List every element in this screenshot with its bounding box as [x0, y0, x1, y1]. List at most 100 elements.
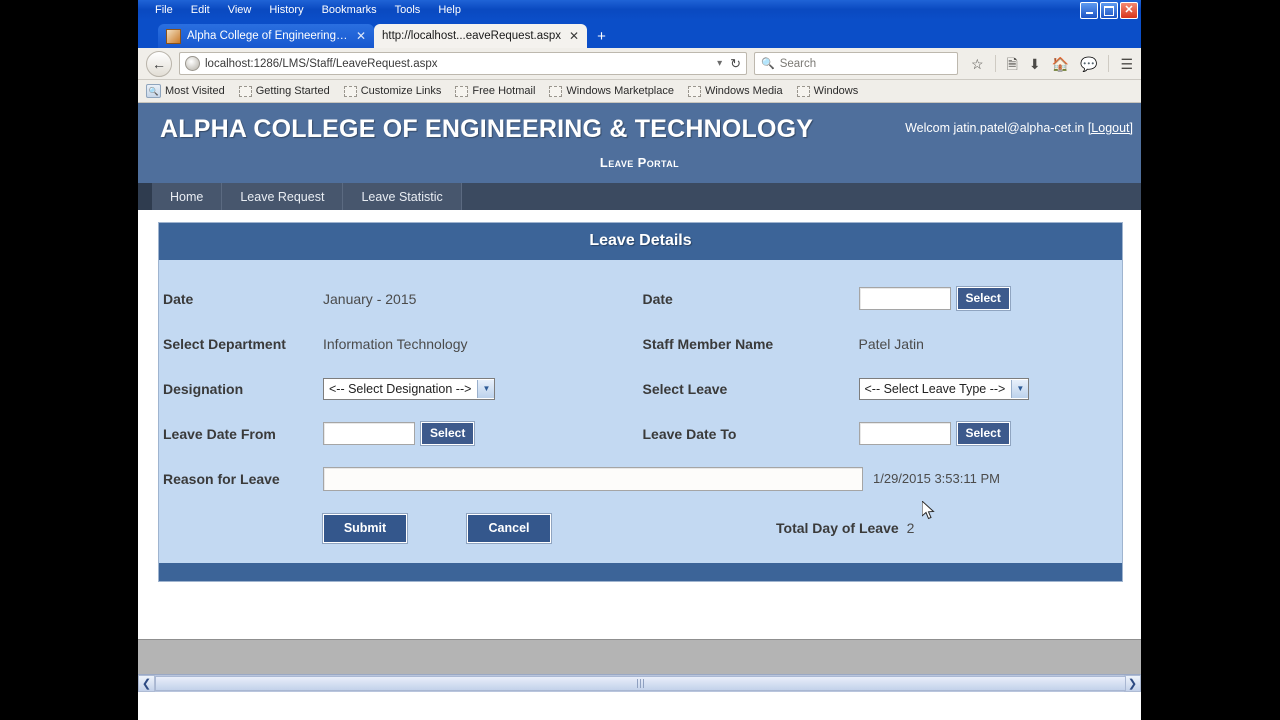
- date-left-label: Date: [163, 290, 194, 307]
- search-icon: 🔍: [761, 58, 775, 70]
- horizontal-scrollbar[interactable]: ❮ ❯: [138, 674, 1141, 692]
- bookmark-label: Free Hotmail: [472, 85, 536, 97]
- url-bar[interactable]: localhost:1286/LMS/Staff/LeaveRequest.as…: [179, 52, 747, 75]
- bookmark-label: Customize Links: [360, 85, 442, 97]
- tab-close-icon[interactable]: ✕: [356, 29, 366, 43]
- form-row-date: Date January - 2015 Date Select: [159, 276, 1122, 321]
- date-select-button[interactable]: Select: [956, 287, 1010, 310]
- date-input[interactable]: [858, 287, 951, 310]
- scroll-right-arrow-icon[interactable]: ❯: [1124, 675, 1141, 692]
- bookmark-windows-marketplace[interactable]: Windows Marketplace: [549, 85, 674, 97]
- minimize-button[interactable]: [1080, 2, 1098, 19]
- dropmarker-icon[interactable]: ▾: [717, 58, 722, 69]
- folder-icon: [796, 85, 810, 97]
- leave-from-label: Leave Date From: [163, 425, 276, 442]
- form-row-actions: Submit Cancel Total Day of Leave 2: [159, 501, 1122, 555]
- reading-list-icon[interactable]: 🗎: [1007, 57, 1018, 71]
- tab-strip: Alpha College of Engineering ... ✕ http:…: [138, 20, 1141, 48]
- total-days-label: Total Day of Leave 2: [776, 520, 914, 536]
- leave-to-label: Leave Date To: [642, 425, 737, 442]
- browser-window: File Edit View History Bookmarks Tools H…: [138, 0, 1141, 720]
- leave-form: Date January - 2015 Date Select Select D…: [159, 260, 1122, 563]
- page-viewport: ALPHA COLLEGE OF ENGINEERING & TECHNOLOG…: [138, 103, 1141, 639]
- form-row-leave-dates: Leave Date From Select Leave Date To Sel…: [159, 411, 1122, 456]
- bookmark-label: Windows Marketplace: [566, 85, 674, 97]
- close-button[interactable]: ✕: [1120, 2, 1138, 19]
- home-icon[interactable]: 🏠: [1052, 57, 1069, 71]
- navigation-toolbar: ← localhost:1286/LMS/Staff/LeaveRequest.…: [138, 48, 1141, 80]
- bookmarks-bar: 🔍 Most Visited Getting Started Customize…: [138, 80, 1141, 103]
- bookmark-getting-started[interactable]: Getting Started: [238, 85, 330, 97]
- nav-item-leave-statistic[interactable]: Leave Statistic: [343, 183, 462, 210]
- bookmark-label: Most Visited: [165, 85, 225, 97]
- menu-item-tools[interactable]: Tools: [386, 2, 430, 19]
- bookmark-windows-media[interactable]: Windows Media: [687, 85, 783, 97]
- leave-to-select-button[interactable]: Select: [956, 422, 1010, 445]
- scrollbar-thumb[interactable]: [155, 676, 1126, 691]
- bookmark-star-icon[interactable]: ☆: [971, 57, 984, 71]
- scrollbar-track[interactable]: [155, 675, 1126, 692]
- browser-titlebar: File Edit View History Bookmarks Tools H…: [138, 0, 1141, 20]
- menu-item-edit[interactable]: Edit: [182, 2, 219, 19]
- search-bar[interactable]: 🔍 Search: [754, 52, 958, 75]
- leave-type-selected-value: <-- Select Leave Type -->: [864, 381, 1006, 396]
- back-button-icon[interactable]: ←: [146, 50, 172, 77]
- window-controls: ✕: [1080, 2, 1138, 19]
- designation-dropdown[interactable]: <-- Select Designation --> ▼: [323, 377, 496, 400]
- reason-input[interactable]: [323, 466, 863, 491]
- scrollbar-grip-icon: [636, 679, 645, 688]
- scroll-left-arrow-icon[interactable]: ❮: [138, 675, 155, 692]
- reload-icon[interactable]: ↻: [730, 56, 741, 72]
- folder-icon: [549, 85, 563, 97]
- tab-alpha-college[interactable]: Alpha College of Engineering ... ✕: [158, 24, 374, 48]
- logout-link[interactable]: [Logout]: [1088, 121, 1133, 135]
- site-nav: Home Leave Request Leave Statistic: [138, 183, 1141, 210]
- bookmark-windows[interactable]: Windows: [796, 85, 858, 97]
- tab-leave-request[interactable]: http://localhost...eaveRequest.aspx ✕: [374, 24, 588, 48]
- toolbar-icons: ☆ 🗎 ⬇ 🏠 💬 ☰: [965, 55, 1133, 72]
- tab-label: http://localhost...eaveRequest.aspx: [382, 30, 561, 42]
- designation-label: Designation: [163, 380, 244, 397]
- welcome-user: Welcom jatin.patel@alpha-cet.in: [905, 121, 1085, 135]
- form-row-designation: Designation <-- Select Designation --> ▼…: [159, 366, 1122, 411]
- leave-from-select-button[interactable]: Select: [421, 422, 475, 445]
- search-placeholder: Search: [779, 57, 817, 70]
- submit-button[interactable]: Submit: [323, 513, 407, 543]
- leave-type-dropdown[interactable]: <-- Select Leave Type --> ▼: [858, 377, 1030, 400]
- menu-item-file[interactable]: File: [146, 2, 182, 19]
- new-tab-button[interactable]: +: [597, 29, 606, 44]
- downloads-icon[interactable]: ⬇: [1029, 57, 1041, 71]
- bookmark-free-hotmail[interactable]: Free Hotmail: [455, 85, 535, 97]
- leave-details-panel: Leave Details Date January - 2015 Date S…: [158, 222, 1123, 582]
- favicon-icon: [166, 28, 181, 44]
- timestamp-text: 1/29/2015 3:53:11 PM: [873, 471, 1000, 486]
- tab-close-icon[interactable]: ✕: [569, 29, 579, 43]
- menu-item-bookmarks[interactable]: Bookmarks: [313, 2, 386, 19]
- menu-hamburger-icon[interactable]: ☰: [1120, 57, 1133, 71]
- nav-item-home[interactable]: Home: [152, 183, 223, 210]
- menu-item-view[interactable]: View: [219, 2, 261, 19]
- department-label: Select Department: [163, 335, 286, 352]
- leave-from-input[interactable]: [323, 422, 415, 445]
- bookmark-most-visited[interactable]: 🔍 Most Visited: [146, 84, 225, 98]
- select-leave-label: Select Leave: [642, 380, 728, 397]
- menu-item-help[interactable]: Help: [429, 2, 470, 19]
- bookmark-customize-links[interactable]: Customize Links: [343, 85, 442, 97]
- cancel-button[interactable]: Cancel: [467, 513, 551, 543]
- reason-label: Reason for Leave: [163, 470, 280, 487]
- menu-item-history[interactable]: History: [260, 2, 312, 19]
- panel-footer: [159, 563, 1122, 581]
- nav-item-leave-request[interactable]: Leave Request: [222, 183, 344, 210]
- folder-icon: [455, 85, 469, 97]
- leave-to-input[interactable]: [858, 422, 951, 445]
- designation-selected-value: <-- Select Designation -->: [329, 381, 472, 396]
- restore-button[interactable]: [1100, 2, 1118, 19]
- chevron-down-icon: ▼: [477, 379, 495, 398]
- folder-icon: [343, 85, 357, 97]
- welcome-text: Welcom jatin.patel@alpha-cet.in [Logout]: [905, 121, 1133, 135]
- chat-icon[interactable]: 💬: [1080, 57, 1097, 71]
- date-left-value: January - 2015: [323, 290, 417, 307]
- chevron-down-icon: ▼: [1011, 379, 1029, 398]
- mouse-cursor: [922, 501, 935, 520]
- form-row-reason: Reason for Leave 1/29/2015 3:53:11 PM: [159, 456, 1122, 501]
